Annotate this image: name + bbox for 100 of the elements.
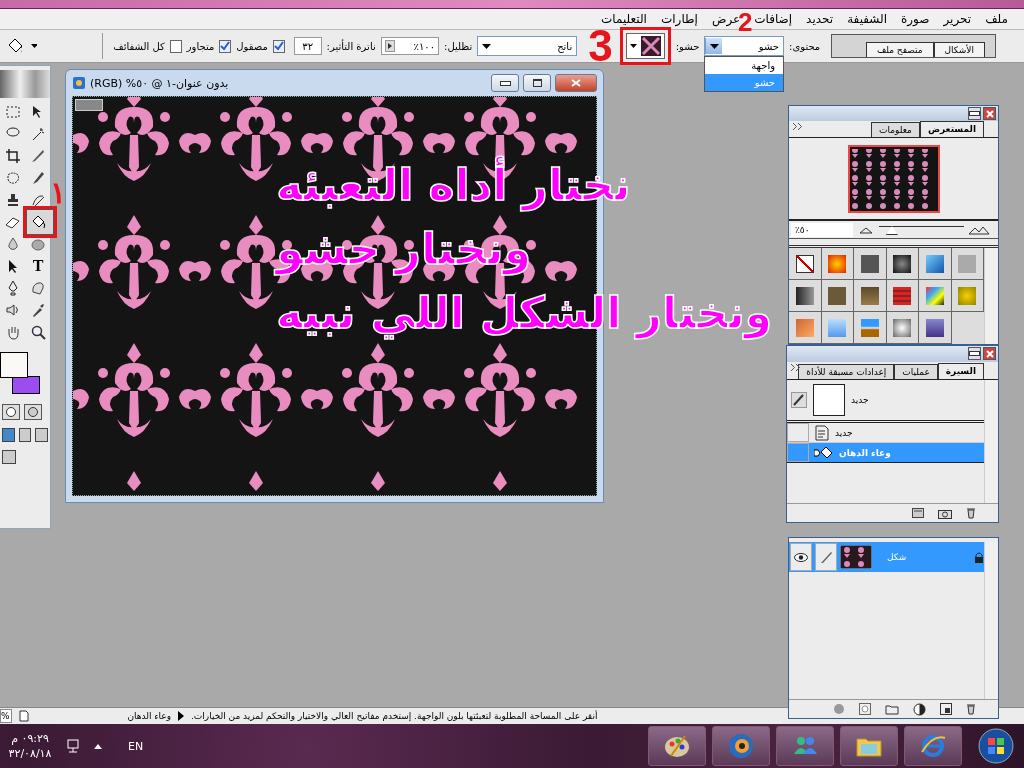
slice-number-icon [75,99,103,111]
zoom-field[interactable]: % [0,709,12,723]
brush-icon [30,170,46,186]
caret-icon[interactable] [94,743,102,749]
panel-tab[interactable]: معلومات [871,122,920,138]
annotation-number: 2 [738,9,753,35]
clock-date: ٣٢/٠٨/١٨ [8,746,52,761]
panel-tab[interactable]: إعدادات مسبقة للأداة [798,364,895,379]
style-swatch[interactable] [958,286,977,305]
menu-item[interactable]: تحديد [804,12,836,26]
close-button[interactable] [983,347,996,360]
bucket-tool[interactable] [23,206,57,238]
folder-icon[interactable] [885,703,899,715]
style-swatch[interactable] [828,318,847,337]
quick-mask-icon[interactable] [24,404,42,420]
trash-icon[interactable] [966,507,976,519]
menu-item[interactable]: ملف [983,12,1010,26]
checkbox[interactable] [272,39,285,53]
menu-item[interactable]: صورة [899,12,932,26]
status-hint: أنقر على المساحة المطلوبة لتعبئتها بلون الواجهة. إستخدم مفاتيح العالي والاختيار والتحكم لمزيد من الخيارات. [191,711,598,721]
maximize-button[interactable] [523,74,551,92]
style-swatch[interactable] [860,254,879,273]
content-label: محتوى: [789,40,821,52]
close-button[interactable] [983,107,996,120]
style-swatch[interactable] [795,318,814,337]
zoom-field[interactable]: ٥٠٪ [791,222,853,237]
panel-tab[interactable]: السيرة [937,363,984,379]
foreground-color-swatch[interactable] [0,352,28,378]
well-tab[interactable]: متصفح ملف [865,42,934,57]
checkbox[interactable] [219,39,232,53]
new-layer-icon[interactable] [940,703,952,715]
browser-button[interactable] [904,726,962,766]
close-button[interactable] [555,74,597,92]
style-swatch[interactable] [795,286,814,305]
pattern-picker[interactable] [625,33,665,59]
style-swatch[interactable] [828,254,847,273]
history-brush-icon[interactable] [791,392,807,408]
jump-to-icon[interactable] [2,450,16,464]
minimize-button[interactable] [491,74,519,92]
menu-item[interactable]: الشفيفة [845,12,889,26]
media-player-button[interactable] [712,726,770,766]
standard-mode-icon[interactable] [2,404,20,420]
menu-item[interactable]: إضافات [752,12,795,26]
style-swatch[interactable] [860,286,879,305]
tolerance-label: ناترة التأثير: [326,40,376,52]
folder-button[interactable] [840,726,898,766]
style-swatch[interactable] [925,254,944,273]
style-swatch[interactable] [958,254,977,273]
style-swatch[interactable] [893,254,912,273]
new-document-icon[interactable] [912,508,924,518]
eye-icon[interactable] [794,552,808,562]
background-color-swatch[interactable] [12,376,40,394]
network-icon[interactable] [66,738,82,754]
menu-item[interactable]: إطارات [658,12,700,26]
paint-bucket-icon[interactable] [6,37,23,55]
style-swatch[interactable] [860,318,879,337]
well-tab[interactable]: الأشكال [933,42,985,57]
panel-tab[interactable]: المستعرض [919,121,984,138]
tolerance-field[interactable]: ٣٢ [293,37,322,55]
mode-dropdown[interactable]: ناتج [477,36,578,56]
language-indicator[interactable]: EN [128,739,144,753]
type-tool[interactable]: T [27,256,49,276]
scroll-bar[interactable] [984,542,998,699]
document-icon [18,710,30,722]
screen-mode-icon[interactable] [18,428,32,442]
screen-mode-icon[interactable] [35,428,48,442]
snapshot-label[interactable]: جديد [851,395,869,405]
adjustment-icon[interactable] [913,702,926,716]
caret-icon [629,44,637,48]
style-swatch[interactable] [925,318,944,337]
mask-icon[interactable] [859,703,871,715]
opacity-field[interactable]: ١٠٠٪ [380,37,440,55]
style-swatch[interactable] [828,286,847,305]
no-style-icon[interactable] [795,254,814,273]
checkbox[interactable] [169,39,182,53]
bucket-icon [30,214,46,230]
arrow-icon[interactable] [177,711,185,721]
dropdown-option[interactable]: واجهة [705,57,783,74]
checkbox-label: كل الشفائف [113,40,165,52]
paint-bucket-icon [814,444,834,461]
scroll-bar[interactable] [984,248,998,344]
style-swatch[interactable] [893,318,912,337]
zoom-in-icon[interactable] [968,224,990,235]
panel-tab[interactable]: عمليات [894,364,938,379]
menu-item[interactable]: تحرير [941,12,974,26]
panel-menu-icon[interactable] [793,123,802,131]
style-swatch[interactable] [893,286,912,305]
messenger-button[interactable] [776,726,834,766]
browser-icon [919,732,947,760]
style-swatch[interactable] [925,286,944,305]
slider-thumb[interactable] [885,226,898,236]
scroll-bar[interactable] [984,380,998,503]
panel-menu-icon[interactable] [791,364,800,371]
paint-app-button[interactable] [648,726,706,766]
trash-icon[interactable] [966,703,976,715]
collapse-button[interactable] [968,107,981,120]
menu-item[interactable]: التعليمات [599,12,649,26]
camera-icon[interactable] [938,507,952,519]
caret-icon [482,43,492,49]
collapse-button[interactable] [968,347,981,360]
